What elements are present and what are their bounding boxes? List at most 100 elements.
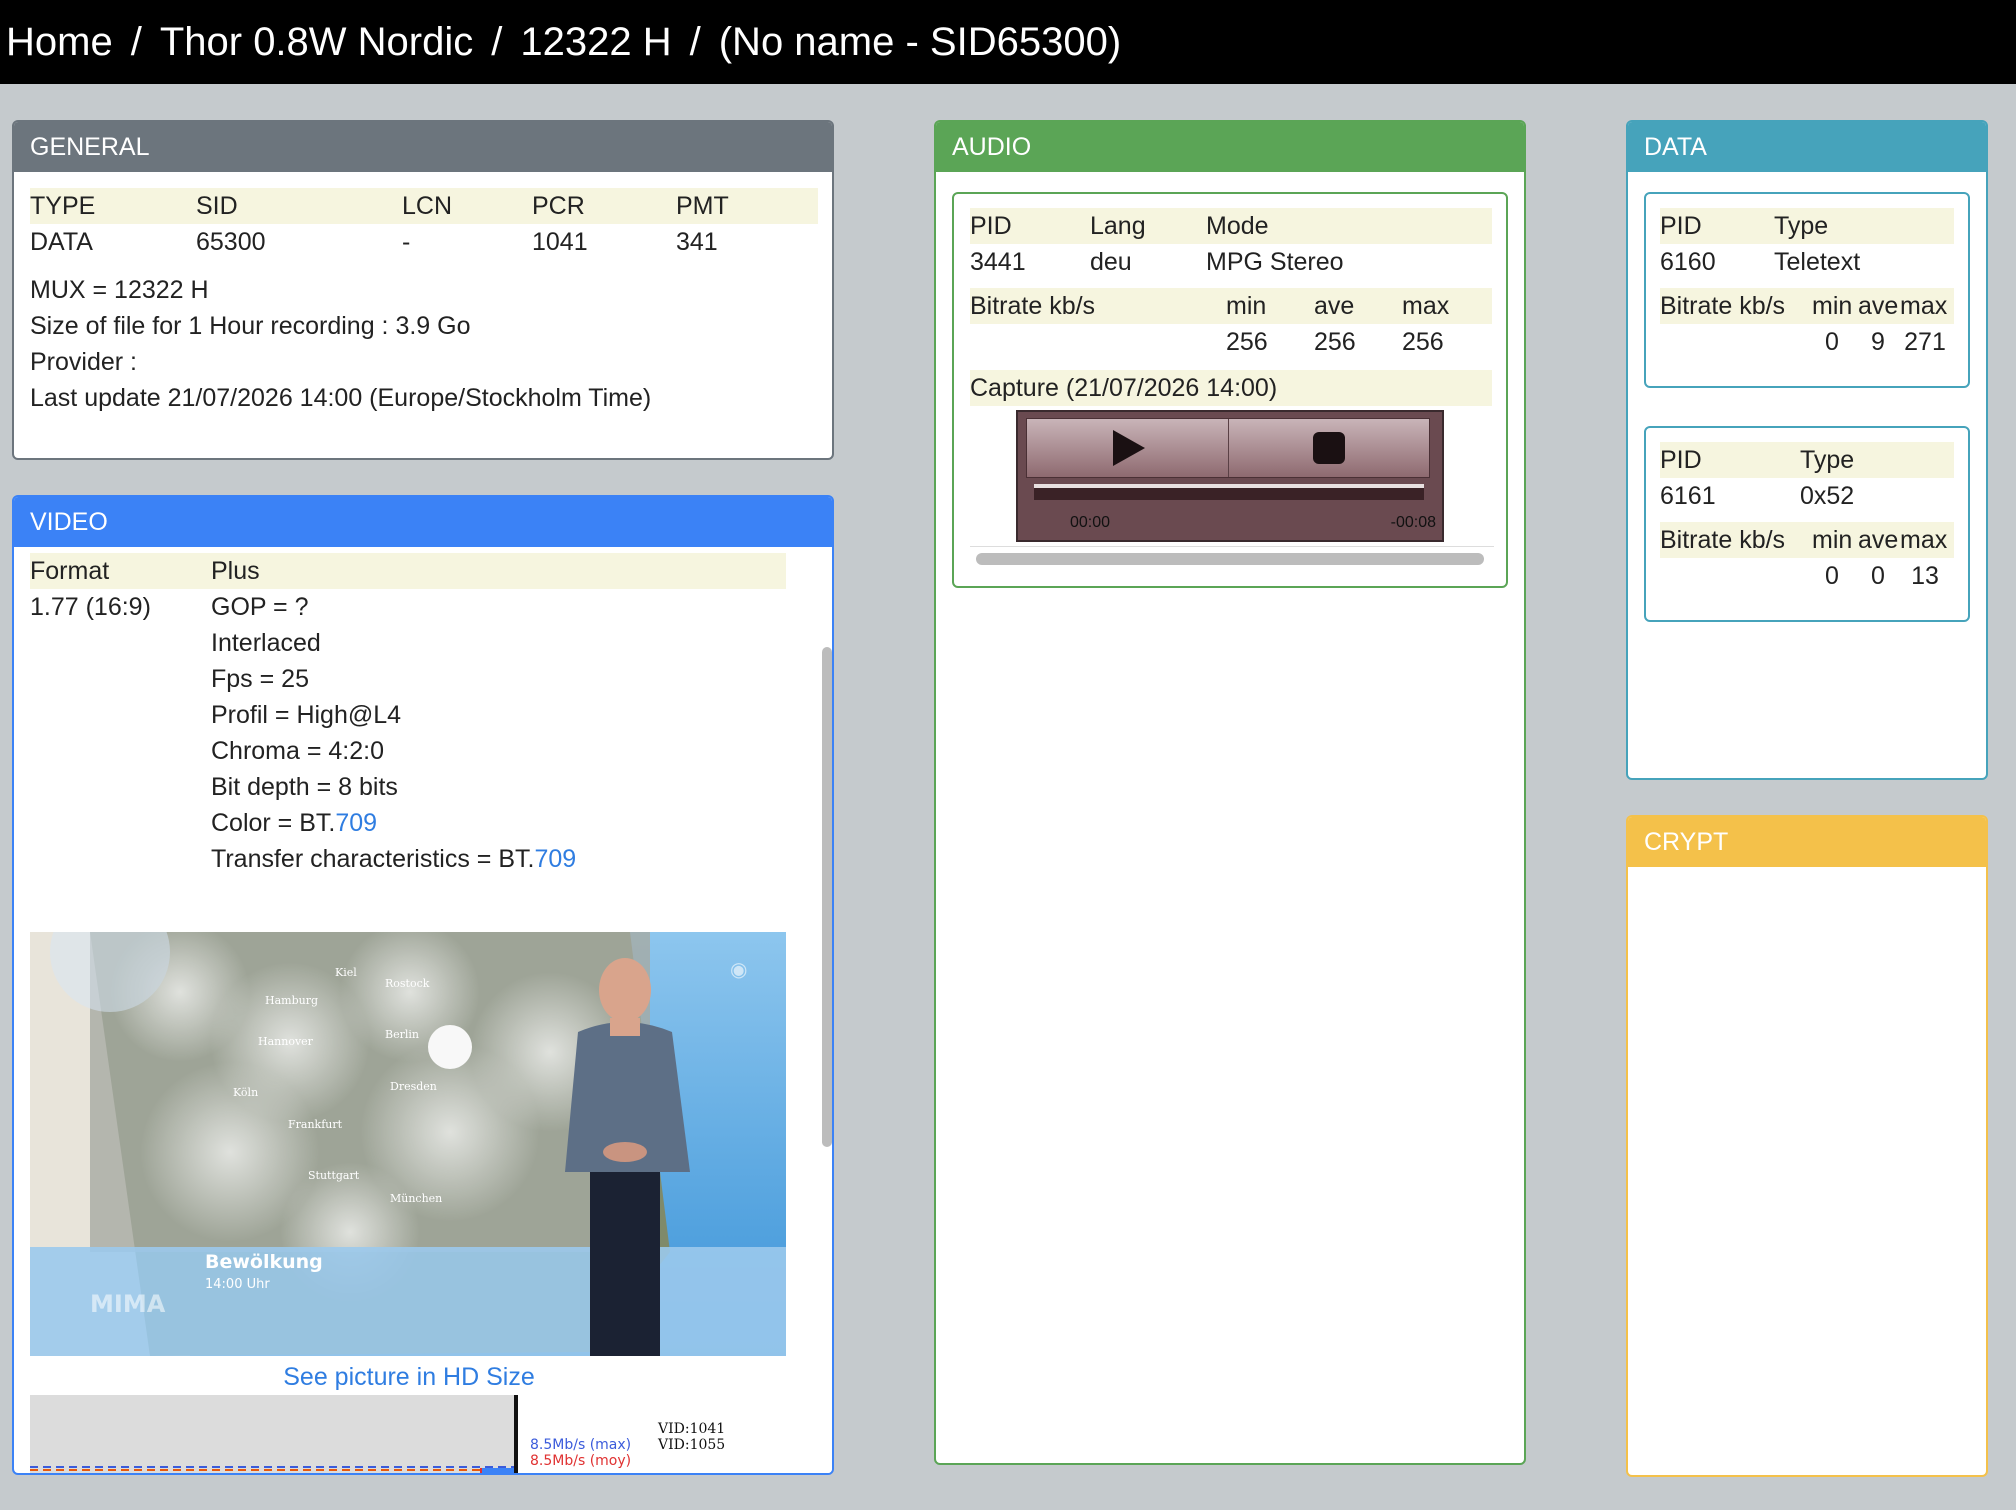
header-format: Format xyxy=(30,557,110,585)
city-muenchen: München xyxy=(390,1192,442,1205)
crypt-panel: CRYPT xyxy=(1626,815,1988,1477)
data-bitrate-label: Bitrate kb/s xyxy=(1660,292,1786,320)
audio-header-lang: Lang xyxy=(1090,212,1146,240)
general-panel: GENERAL TYPE SID LCN PCR PMT DATA 65300 … xyxy=(12,120,834,460)
profile-line: Profil = High@L4 xyxy=(211,701,402,729)
gop-line: GOP = ? xyxy=(211,593,309,621)
data-header-pid: PID xyxy=(1660,446,1702,474)
value-sid: 65300 xyxy=(196,227,266,256)
bitrate-bar xyxy=(480,1468,514,1473)
city-stuttgart: Stuttgart xyxy=(308,1169,360,1182)
breadcrumb-satellite[interactable]: Thor 0.8W Nordic xyxy=(160,20,473,65)
audio-bitrate-max: 256 xyxy=(1402,328,1444,356)
video-format: 1.77 (16:9) xyxy=(30,593,151,621)
scan-line: Interlaced xyxy=(211,629,321,657)
data-header-type: Type xyxy=(1774,212,1829,240)
audio-progress-track[interactable] xyxy=(1034,484,1424,500)
header-type: TYPE xyxy=(30,191,96,220)
audio-panel-title: AUDIO xyxy=(936,122,1524,172)
last-update-line: Last update 21/07/2026 14:00 (Europe/Sto… xyxy=(30,384,652,412)
data-bitrate-min: 0 xyxy=(1825,562,1839,590)
audio-bitrate-min: 256 xyxy=(1226,328,1268,356)
data-bitrate-max-header: max xyxy=(1900,526,1948,554)
city-rostock: Rostock xyxy=(385,977,430,990)
data-bitrate-ave-header: ave xyxy=(1858,526,1899,554)
data-type: Teletext xyxy=(1774,248,1861,276)
audio-player-controls xyxy=(1026,418,1430,478)
city-hannover: Hannover xyxy=(258,1035,314,1048)
color-link[interactable]: 709 xyxy=(335,809,377,837)
audio-player: 00:00 -00:08 xyxy=(1016,410,1444,542)
data-bitrate-max-header: max xyxy=(1900,292,1948,320)
audio-lang: deu xyxy=(1090,248,1132,276)
general-panel-title: GENERAL xyxy=(14,122,832,172)
audio-bitrate-ave-header: ave xyxy=(1314,292,1355,320)
value-lcn: - xyxy=(402,227,411,256)
breadcrumb-separator: / xyxy=(689,19,701,64)
audio-panel: AUDIO PID Lang Mode 3441 deu MPG Stereo … xyxy=(934,120,1526,1465)
data-bitrate-max: 13 xyxy=(1911,562,1939,590)
video-scrollbar-thumb[interactable] xyxy=(822,647,832,1147)
color-line: Color = BT.709 xyxy=(211,805,576,841)
general-table-header: TYPE SID LCN PCR PMT xyxy=(30,188,818,224)
header-lcn: LCN xyxy=(402,191,453,220)
video-panel: VIDEO Format Plus 1.77 (16:9) GOP = ? In… xyxy=(12,495,834,1475)
audio-header-pid: PID xyxy=(970,212,1012,240)
video-scroll-area[interactable]: Format Plus 1.77 (16:9) GOP = ? Interlac… xyxy=(14,547,814,1473)
mux-line: MUX = 12322 H xyxy=(30,276,209,304)
video-panel-title: VIDEO xyxy=(14,497,832,547)
breadcrumb-mux[interactable]: 12322 H xyxy=(520,20,671,65)
audio-stream-card: PID Lang Mode 3441 deu MPG Stereo Bitrat… xyxy=(952,192,1508,588)
city-berlin: Berlin xyxy=(385,1028,419,1041)
stop-button[interactable] xyxy=(1229,419,1430,477)
data-bitrate-label: Bitrate kb/s xyxy=(1660,526,1786,554)
value-pmt: 341 xyxy=(676,227,718,256)
provider-line: Provider : xyxy=(30,348,137,376)
vid-label-1: VID:1041 xyxy=(657,1421,725,1437)
city-dresden: Dresden xyxy=(390,1080,437,1093)
audio-bitrate-ave: 256 xyxy=(1314,328,1356,356)
value-pcr: 1041 xyxy=(532,227,588,256)
audio-bitrate-max-header: max xyxy=(1402,292,1450,320)
city-frankfurt: Frankfurt xyxy=(288,1118,343,1131)
city-hamburg: Hamburg xyxy=(265,994,318,1007)
audio-time-elapsed: 00:00 xyxy=(1070,514,1111,531)
data-header-type: Type xyxy=(1800,446,1855,474)
audio-mode: MPG Stereo xyxy=(1206,248,1344,276)
breadcrumb-home[interactable]: Home xyxy=(6,20,113,65)
transfer-link[interactable]: 709 xyxy=(534,845,576,873)
data-pid: 6161 xyxy=(1660,482,1716,510)
image-watermark: MIMA xyxy=(90,1290,166,1318)
data-pid: 6160 xyxy=(1660,248,1716,276)
general-table-row: DATA 65300 - 1041 341 xyxy=(30,224,818,260)
audio-scrollbar-thumb[interactable] xyxy=(976,553,1484,565)
audio-pid: 3441 xyxy=(970,248,1026,276)
transfer-line: Transfer characteristics = BT.709 xyxy=(211,841,576,877)
data-bitrate-min: 0 xyxy=(1825,328,1839,356)
value-type: DATA xyxy=(30,227,93,256)
data-bitrate-max: 271 xyxy=(1904,328,1946,356)
play-icon xyxy=(1113,430,1146,466)
header-pmt: PMT xyxy=(676,191,729,220)
image-caption-time: 14:00 Uhr xyxy=(205,1277,270,1292)
audio-header-mode: Mode xyxy=(1206,212,1269,240)
city-koeln: Köln xyxy=(233,1086,258,1099)
max-bitrate-label: 8.5Mb/s (max) xyxy=(530,1437,631,1453)
crypt-panel-title: CRYPT xyxy=(1628,817,1986,867)
audio-horizontal-scrollbar[interactable] xyxy=(970,546,1494,566)
city-kiel: Kiel xyxy=(335,966,357,979)
data-panel-title: DATA xyxy=(1628,122,1986,172)
hd-picture-link[interactable]: See picture in HD Size xyxy=(14,1359,804,1395)
breadcrumb-separator: / xyxy=(491,19,503,64)
audio-bitrate-label: Bitrate kb/s xyxy=(970,292,1096,320)
data-bitrate-ave: 0 xyxy=(1871,562,1885,590)
color-prefix: Color = BT. xyxy=(211,809,336,837)
stop-icon xyxy=(1312,432,1345,464)
header-pcr: PCR xyxy=(532,191,585,220)
data-stream-card: PID Type 6160 Teletext Bitrate kb/s min … xyxy=(1644,192,1970,388)
file-size-line: Size of file for 1 Hour recording : 3.9 … xyxy=(30,312,471,340)
svg-text:◉: ◉ xyxy=(730,957,747,981)
play-button[interactable] xyxy=(1027,419,1229,477)
video-thumbnail[interactable]: Kiel Rostock Hamburg Hannover Berlin Köl… xyxy=(30,932,786,1356)
data-bitrate-ave: 9 xyxy=(1871,328,1885,356)
